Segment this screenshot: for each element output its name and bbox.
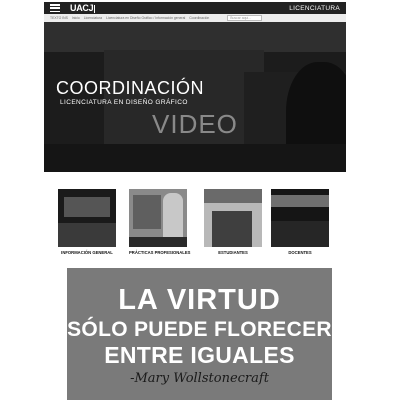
breadcrumb: TEXTO INS Inicio Licenciatura Licenciatu…: [44, 14, 346, 22]
page-title: COORDINACIÓN: [56, 78, 205, 98]
tile-photo[interactable]: [58, 189, 116, 247]
site-logo[interactable]: UACJ: [70, 3, 96, 13]
hero-video[interactable]: COORDINACIÓN LICENCIATURA EN DISEÑO GRÁF…: [44, 22, 346, 172]
tile-photo[interactable]: [204, 189, 262, 247]
tile-label[interactable]: DOCENTES: [271, 250, 329, 255]
breadcrumb-item[interactable]: Coordinación: [189, 16, 209, 20]
logo-mark-icon: [94, 4, 96, 13]
menu-icon[interactable]: [50, 4, 60, 12]
tile-photo[interactable]: [271, 189, 329, 247]
page-subtitle: LICENCIATURA EN DISEÑO GRÁFICO: [60, 99, 188, 106]
breadcrumb-item[interactable]: Licenciatura en Diseño Gráfico / Informa…: [106, 16, 185, 20]
tile-practicas-profesionales[interactable]: PRÁCTICAS PROFESIONALES: [129, 189, 190, 259]
quote-line: ENTRE IGUALES: [104, 342, 295, 368]
tile-label[interactable]: PRÁCTICAS PROFESIONALES: [129, 250, 190, 255]
tile-informacion-general[interactable]: INFORMACIÓN GENERAL: [58, 189, 116, 259]
tile-docentes[interactable]: DOCENTES: [271, 189, 329, 259]
logo-text: UACJ: [70, 3, 94, 13]
tile-photo[interactable]: [129, 189, 187, 247]
hero-bg-ground: [44, 144, 346, 172]
breadcrumb-item[interactable]: Inicio: [72, 16, 80, 20]
breadcrumb-item[interactable]: TEXTO INS: [50, 16, 68, 20]
quote-banner: LA VIRTUD SÓLO PUEDE FLORECER ENTRE IGUA…: [67, 268, 332, 400]
breadcrumb-item[interactable]: Licenciatura: [84, 16, 102, 20]
quote-author: -Mary Wollstonecraft: [130, 371, 269, 386]
quote-line: SÓLO PUEDE FLORECER: [67, 318, 332, 341]
section-label[interactable]: LICENCIATURA: [289, 5, 340, 12]
search-input[interactable]: Buscar aquí...: [227, 15, 263, 21]
section-tiles: INFORMACIÓN GENERAL PRÁCTICAS PROFESIONA…: [58, 189, 330, 259]
tile-label[interactable]: INFORMACIÓN GENERAL: [58, 250, 116, 255]
tile-label[interactable]: ESTUDIANTES: [204, 250, 262, 255]
hero-bg-sky: [44, 22, 346, 52]
quote-line: LA VIRTUD: [118, 284, 281, 316]
tile-estudiantes[interactable]: ESTUDIANTES: [204, 189, 262, 259]
top-navbar: UACJ LICENCIATURA: [44, 2, 346, 14]
video-label[interactable]: VIDEO: [152, 109, 238, 140]
